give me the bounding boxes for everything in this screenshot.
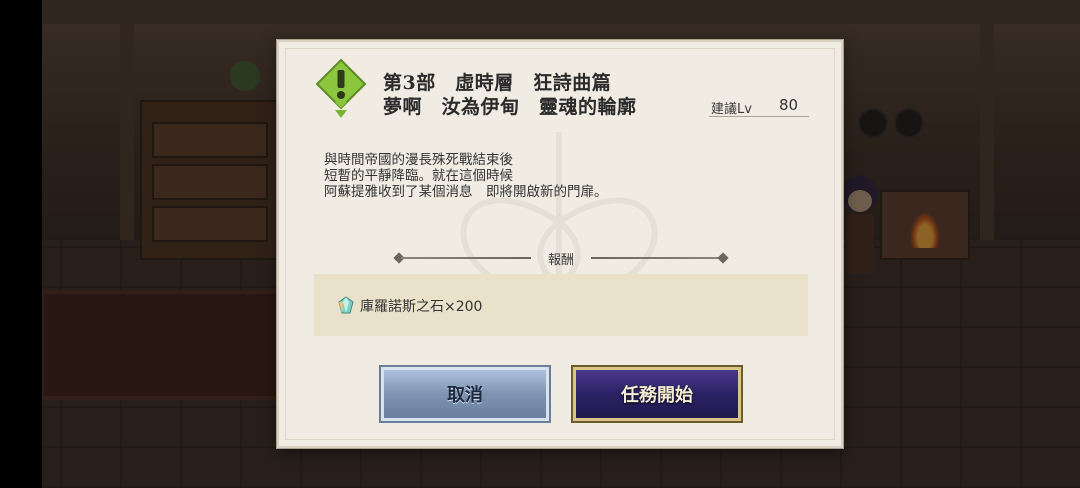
gem-icon: [338, 296, 354, 314]
start-quest-button-label: 任務開始: [621, 385, 693, 406]
quest-title-line2: 夢啊 汝為伊甸 靈魂的輪廓: [383, 96, 637, 118]
start-quest-button[interactable]: 任務開始: [571, 365, 743, 423]
cancel-button[interactable]: 取消: [379, 365, 551, 423]
reward-list: 庫羅諾斯之石×200: [314, 274, 808, 336]
quest-description: 與時間帝國的漫長殊死戰結束後 短暫的平靜降臨。就在這個時候 阿蘇提雅收到了某個消…: [324, 152, 608, 200]
screen-left-edge: [0, 0, 42, 488]
exclamation-diamond-icon: [315, 58, 367, 118]
recommended-level-label: 建議Lv: [711, 102, 752, 117]
quest-dialog: 第3部 虛時層 狂詩曲篇 夢啊 汝為伊甸 靈魂的輪廓 建議Lv 80 與時間帝國…: [277, 40, 843, 448]
reward-header: 報酬: [381, 248, 741, 268]
reward-item: 庫羅諾斯之石×200: [360, 299, 483, 315]
description-line: 與時間帝國的漫長殊死戰結束後: [324, 152, 513, 168]
description-line: 阿蘇提雅收到了某個消息 即將開啟新的門扉。: [324, 184, 608, 200]
quest-title-line1: 第3部 虛時層 狂詩曲篇: [383, 72, 612, 94]
recommended-level-value: 80: [779, 96, 799, 114]
recommended-level-underline: [709, 116, 809, 117]
divider-line: [591, 257, 721, 259]
cancel-button-label: 取消: [447, 385, 483, 406]
description-line: 短暫的平靜降臨。就在這個時候: [324, 168, 513, 184]
